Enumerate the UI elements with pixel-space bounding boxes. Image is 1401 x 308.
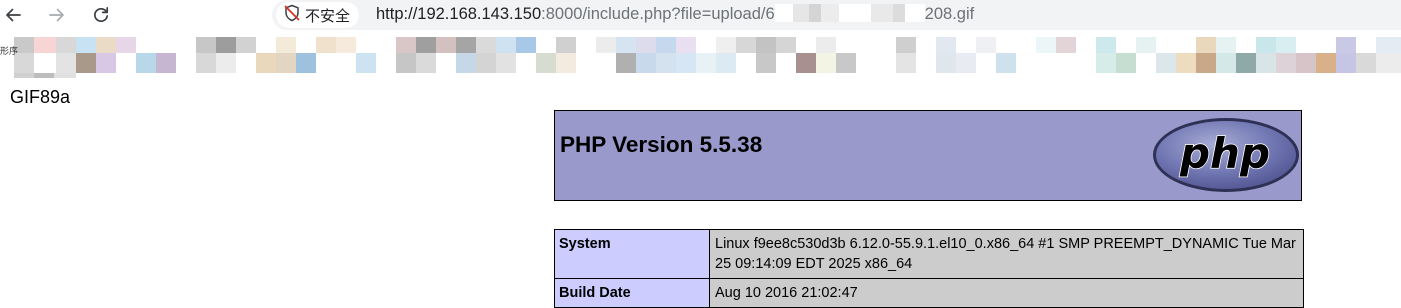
row-key: System	[554, 229, 710, 279]
reload-icon	[91, 5, 111, 25]
url-path: :8000/include.php?file=upload/	[541, 5, 766, 23]
back-button[interactable]	[0, 2, 26, 28]
table-row: Build Date Aug 10 2016 21:02:47	[554, 278, 1304, 308]
address-bar[interactable]: 不安全 http://192.168.143.150:8000/include.…	[272, 0, 1401, 30]
shield-slash-icon	[282, 3, 302, 27]
row-value: Linux f9ee8c530d3b 6.12.0-55.9.1.el10_0.…	[709, 229, 1304, 279]
reload-button[interactable]	[88, 2, 114, 28]
url-text[interactable]: http://192.168.143.150:8000/include.php?…	[376, 4, 974, 24]
arrow-right-icon	[47, 5, 67, 25]
file-header-text: GIF89a	[10, 87, 71, 107]
php-logo[interactable]: php	[1151, 116, 1301, 198]
url-host: http://192.168.143.150	[376, 5, 542, 23]
table-row: System Linux f9ee8c530d3b 6.12.0-55.9.1.…	[554, 229, 1304, 279]
phpinfo-banner: PHP Version 5.5.38 php	[554, 110, 1302, 201]
page-title: PHP Version 5.5.38	[560, 132, 763, 157]
url-prefix-digit: 6	[765, 5, 775, 23]
arrow-left-icon	[3, 5, 23, 25]
row-key: Build Date	[554, 278, 710, 308]
browser-toolbar: 不安全 http://192.168.143.150:8000/include.…	[0, 0, 1401, 30]
security-indicator[interactable]: 不安全	[276, 2, 360, 28]
bookmarks-fragment: 形序	[0, 47, 19, 57]
phpinfo-table: System Linux f9ee8c530d3b 6.12.0-55.9.1.…	[554, 229, 1304, 308]
url-suffix: 208.gif	[924, 5, 975, 23]
row-value: Aug 10 2016 21:02:47	[709, 278, 1304, 308]
security-label: 不安全	[305, 6, 351, 25]
forward-button[interactable]	[44, 2, 70, 28]
url-redacted-segment	[774, 4, 925, 22]
bookmarks-bar[interactable]	[0, 34, 1401, 78]
php-logo-text: php	[1179, 129, 1270, 178]
